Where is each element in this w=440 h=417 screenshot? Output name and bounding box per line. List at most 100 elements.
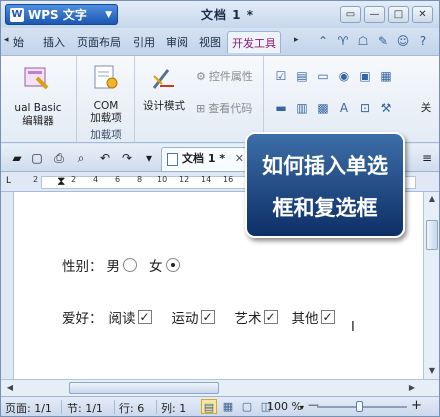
- app-menu-button[interactable]: W WPS 文字 ▼: [5, 4, 118, 25]
- tab-home[interactable]: 始: [13, 34, 24, 50]
- view-code-button[interactable]: ⊞ 查看代码: [196, 100, 252, 116]
- ruler-tick: 16: [223, 175, 234, 184]
- listbox-control-icon[interactable]: ▣: [357, 68, 373, 84]
- tab-scroll-left-icon[interactable]: ◂: [4, 35, 9, 45]
- tab-scroll-right-icon[interactable]: ▸: [294, 35, 299, 45]
- maximize-button[interactable]: □: [388, 6, 409, 23]
- hobby-read-label: 阅读: [108, 311, 136, 327]
- page-view-icon[interactable]: ▤: [201, 399, 217, 414]
- wps-logo-icon: W: [10, 8, 24, 22]
- skin-icon[interactable]: ♈: [335, 33, 351, 49]
- web-view-icon[interactable]: ▦: [220, 399, 236, 414]
- more-icon[interactable]: ▾: [435, 33, 440, 49]
- window-title: 文档 1 *: [201, 8, 254, 22]
- document-tab[interactable]: 文档 1 * ✕: [161, 147, 249, 171]
- tab-list-icon[interactable]: ≡: [419, 150, 435, 166]
- zoom-slider-knob[interactable]: [356, 401, 363, 412]
- customize-toolbar-icon[interactable]: ▾: [141, 150, 157, 166]
- button-control-icon[interactable]: ▭: [315, 68, 331, 84]
- hobby-label: 爱好：: [62, 311, 103, 327]
- com-label-2: 加载项: [90, 112, 122, 124]
- tab-stop-icon[interactable]: L: [6, 176, 11, 186]
- design-mode-icon[interactable]: [150, 66, 178, 92]
- hobby-sport-checkbox[interactable]: ✓: [200, 310, 215, 324]
- more-controls-icon[interactable]: ⚒: [378, 100, 394, 116]
- vb-label-1: ual Basic: [14, 102, 62, 114]
- ruler-tick: 14: [201, 175, 212, 184]
- design-mode-label[interactable]: 设计模式: [136, 100, 192, 113]
- scroll-down-icon[interactable]: ▼: [425, 364, 439, 378]
- print-icon[interactable]: ⎙: [51, 150, 67, 166]
- indent-marker-icon[interactable]: ⧗: [57, 174, 65, 189]
- document-icon: [167, 153, 178, 166]
- redo-icon[interactable]: ↷: [119, 150, 135, 166]
- status-section: 节: 1/1: [67, 402, 103, 415]
- scrollbar-control-icon[interactable]: ▬: [273, 100, 289, 116]
- restore-ribbon-button[interactable]: ▭: [340, 6, 361, 23]
- tab-references[interactable]: 引用: [133, 34, 155, 50]
- zoom-in-button[interactable]: +: [411, 398, 422, 413]
- hobby-read-checkbox[interactable]: ✓: [137, 310, 152, 324]
- tab-view[interactable]: 视图: [199, 34, 221, 50]
- legacy-controls-row-1: ☑ ▤ ▭ ◉ ▣ ▦: [273, 68, 394, 84]
- com-addin-icon[interactable]: [92, 64, 120, 90]
- close-tab-icon[interactable]: ✕: [235, 148, 244, 170]
- vb-editor-icon[interactable]: [23, 64, 51, 90]
- hobby-art-checkbox[interactable]: ✓: [263, 310, 278, 324]
- collapse-ribbon-icon[interactable]: ⌃: [315, 33, 331, 49]
- control-properties-button[interactable]: ⚙ 控件属性: [196, 68, 253, 84]
- tab-review[interactable]: 审阅: [166, 34, 188, 50]
- spin-control-icon[interactable]: ▥: [294, 100, 310, 116]
- textbox-control-icon[interactable]: ▤: [294, 68, 310, 84]
- print-preview-icon[interactable]: ⌕: [73, 150, 89, 166]
- tab-page-layout[interactable]: 页面布局: [77, 34, 121, 50]
- control-properties-label: 控件属性: [208, 70, 253, 83]
- scroll-up-icon[interactable]: ▲: [425, 192, 439, 206]
- ribbon-panel: ual Basic 编辑器 COM 加载项 加载项 设计模式 ⚙ 控件属性 ⊞ …: [1, 55, 439, 143]
- user-icon[interactable]: ☺: [395, 33, 411, 49]
- scroll-left-icon[interactable]: ◀: [3, 381, 17, 395]
- female-radio[interactable]: [165, 258, 180, 272]
- legacy-controls-row-2: ▬ ▥ ▩ A ⊡ ⚒: [273, 100, 394, 116]
- label-control-icon[interactable]: A: [336, 100, 352, 116]
- radio-control-icon[interactable]: ◉: [336, 68, 352, 84]
- ruler-tick: 12: [179, 175, 190, 184]
- tab-developer[interactable]: 开发工具: [227, 31, 281, 53]
- help-icon[interactable]: ?: [415, 33, 431, 49]
- window-controls: ▭ — □ ✕: [340, 6, 433, 23]
- tutorial-callout: 如何插入单选 框和复选框: [245, 132, 405, 238]
- image-control-icon[interactable]: ⊡: [357, 100, 373, 116]
- home-icon[interactable]: ☖: [355, 33, 371, 49]
- zoom-value[interactable]: 100 %: [267, 400, 302, 413]
- horizontal-scrollbar[interactable]: ◀ ▶: [1, 379, 439, 396]
- hobby-sport-label: 运动: [171, 311, 199, 327]
- save-icon[interactable]: ▢: [29, 150, 45, 166]
- hobby-row: 爱好： 阅读 ✓ 运动 ✓ 艺术 ✓ 其他 ✓: [62, 307, 335, 327]
- combobox-control-icon[interactable]: ▦: [378, 68, 394, 84]
- reading-view-icon[interactable]: ▢: [239, 399, 255, 414]
- checkbox-control-icon[interactable]: ☑: [273, 68, 289, 84]
- vertical-ruler[interactable]: [1, 192, 14, 379]
- scroll-right-icon[interactable]: ▶: [405, 381, 419, 395]
- title-bar: W WPS 文字 ▼ 文档 1 * ▭ — □ ✕: [1, 1, 439, 28]
- gender-row: 性别： 男 女: [62, 255, 184, 275]
- horizontal-scroll-thumb[interactable]: [69, 382, 219, 394]
- zoom-dropdown-icon[interactable]: ▾: [300, 403, 304, 412]
- ruler-tick: 8: [137, 175, 143, 184]
- ribbon-group-addins: COM 加载项 加载项: [78, 56, 135, 142]
- hobby-other-checkbox[interactable]: ✓: [320, 310, 335, 324]
- frame-control-icon[interactable]: ▩: [315, 100, 331, 116]
- undo-icon[interactable]: ↶: [97, 150, 113, 166]
- tab-insert[interactable]: 插入: [43, 34, 65, 50]
- feedback-icon[interactable]: ✎: [375, 33, 391, 49]
- female-label: 女: [149, 259, 163, 275]
- vertical-scrollbar[interactable]: ▲ ▼: [423, 192, 439, 379]
- close-button[interactable]: ✕: [412, 6, 433, 23]
- male-radio[interactable]: [123, 258, 137, 272]
- zoom-out-button[interactable]: —: [308, 398, 319, 411]
- vertical-scroll-thumb[interactable]: [426, 220, 438, 250]
- minimize-button[interactable]: —: [364, 6, 385, 23]
- male-label: 男: [106, 259, 121, 275]
- ribbon-more-label[interactable]: 关: [414, 102, 438, 115]
- open-folder-icon[interactable]: ▰: [9, 150, 25, 166]
